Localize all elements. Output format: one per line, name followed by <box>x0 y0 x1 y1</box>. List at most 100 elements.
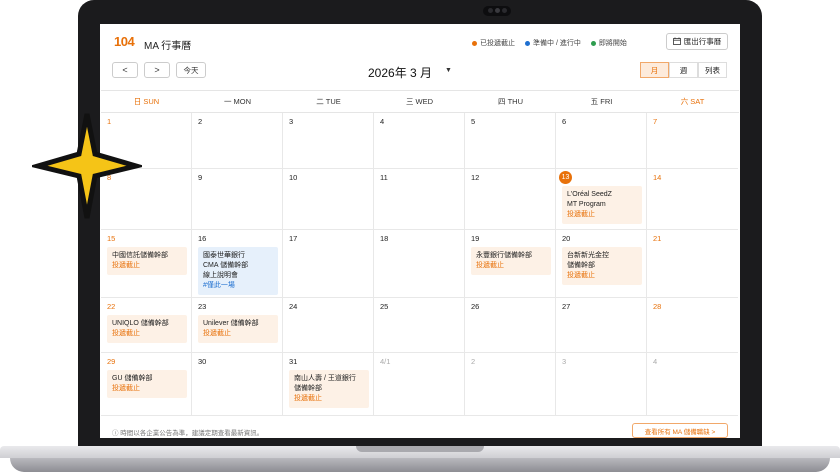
day-cell[interactable]: 3 <box>283 113 374 169</box>
day-cell[interactable]: 31 南山人壽 / 王道銀行 儲備幹部 投遞截止 <box>283 353 374 416</box>
legend-item: 準備中 / 進行中 <box>525 38 581 48</box>
day-number: 6 <box>562 117 567 126</box>
day-number: 22 <box>107 302 116 311</box>
day-number: 26 <box>471 302 480 311</box>
day-cell[interactable]: 4 <box>374 113 465 169</box>
day-number: 24 <box>289 302 298 311</box>
day-cell[interactable]: 30 <box>192 353 283 416</box>
day-number: 10 <box>289 173 298 182</box>
day-number: 5 <box>471 117 476 126</box>
day-cell[interactable]: 21 <box>647 230 738 298</box>
day-number: 4 <box>380 117 385 126</box>
prev-month-button[interactable]: < <box>112 62 138 78</box>
day-cell[interactable]: 10 <box>283 169 374 230</box>
event-title: Unilever 儲備幹部 <box>203 320 259 327</box>
day-cell[interactable]: 27 <box>556 298 647 353</box>
weekday-label: 二 TUE <box>316 97 341 106</box>
legend-item: 已投遞截止 <box>472 38 515 48</box>
day-cell[interactable]: 29 GU 儲備幹部 投遞截止 <box>101 353 192 416</box>
today-button[interactable]: 今天 <box>176 62 206 78</box>
event-status: 投遞截止 <box>112 330 140 337</box>
sparkle-icon <box>32 113 142 219</box>
day-number: 19 <box>471 234 480 243</box>
day-cell[interactable]: 3 <box>556 353 647 416</box>
weekday-label: 四 THU <box>498 97 523 106</box>
day-number: 3 <box>289 117 294 126</box>
weekday-label: 五 FRI <box>590 97 613 106</box>
day-cell[interactable]: 23 Unilever 儲備幹部 投遞截止 <box>192 298 283 353</box>
day-number: 11 <box>380 173 388 182</box>
legend-item: 即將開始 <box>590 38 627 48</box>
view-list-tab[interactable]: 列表 <box>698 62 727 78</box>
day-cell[interactable]: 26 <box>465 298 556 353</box>
day-cell[interactable]: 13 L'Oréal SeedZ MT Program 投遞截止 <box>556 169 647 230</box>
event-tag: #僅此一場 <box>203 282 235 289</box>
month-picker[interactable]: 2026年 3 月 <box>368 64 432 81</box>
event-card[interactable]: UNIQLO 儲備幹部 投遞截止 <box>107 315 187 343</box>
weekday-label: 三 WED <box>405 97 434 106</box>
export-label: 匯出行事曆 <box>683 37 722 46</box>
event-title: 線上說明會 <box>203 272 238 279</box>
footer: ⓘ 時間以各企業公告為準，建議定期查看最新資訊。 查看所有 MA 儲備職缺 > <box>100 421 740 438</box>
event-card[interactable]: 中國信託儲備幹部 投遞截止 <box>107 247 187 275</box>
day-cell[interactable]: 5 <box>465 113 556 169</box>
day-number: 27 <box>562 302 571 311</box>
event-card[interactable]: 永豐銀行儲備幹部 投遞截止 <box>471 247 551 275</box>
calendar-icon <box>672 37 681 47</box>
calendar-nav: < > 今天 2026年 3 月 ▼ 月 週 列表 <box>100 60 740 82</box>
day-number: 18 <box>380 234 389 243</box>
day-number: 15 <box>107 234 116 243</box>
today-marker: 13 <box>559 171 572 184</box>
weekday-header: 日 SUN 一 MON 二 TUE 三 WED 四 THU 五 FRI 六 SAT <box>101 90 739 113</box>
day-number: 14 <box>653 173 662 182</box>
event-title: L'Oréal SeedZ <box>567 191 612 198</box>
event-status: 投遞截止 <box>203 330 231 337</box>
day-cell[interactable]: 4 <box>647 353 738 416</box>
view-all-ma-jobs-button[interactable]: 查看所有 MA 儲備職缺 > <box>632 423 728 438</box>
day-cell[interactable]: 12 <box>465 169 556 230</box>
chevron-down-icon[interactable]: ▼ <box>445 67 452 74</box>
day-cell[interactable]: 25 <box>374 298 465 353</box>
day-number: 28 <box>653 302 662 311</box>
day-cell[interactable]: 15 中國信託儲備幹部 投遞截止 <box>101 230 192 298</box>
day-cell[interactable]: 9 <box>192 169 283 230</box>
day-number: 29 <box>107 357 116 366</box>
day-cell[interactable]: 14 <box>647 169 738 230</box>
view-week-tab[interactable]: 週 <box>669 62 698 78</box>
event-card[interactable]: L'Oréal SeedZ MT Program 投遞截止 <box>562 186 642 224</box>
footnote: ⓘ 時間以各企業公告為準，建議定期查看最新資訊。 <box>112 430 264 437</box>
export-calendar-button[interactable]: 匯出行事曆 <box>666 33 728 50</box>
next-month-button[interactable]: > <box>144 62 170 78</box>
day-cell[interactable]: 17 <box>283 230 374 298</box>
event-card[interactable]: GU 儲備幹部 投遞截止 <box>107 370 187 398</box>
view-switcher: 月 週 列表 <box>640 62 727 78</box>
day-cell[interactable]: 6 <box>556 113 647 169</box>
day-cell[interactable]: 2 <box>465 353 556 416</box>
laptop-base <box>0 446 840 476</box>
day-cell[interactable]: 22 UNIQLO 儲備幹部 投遞截止 <box>101 298 192 353</box>
day-cell[interactable]: 2 <box>192 113 283 169</box>
weekday-label: 日 SUN <box>133 97 160 106</box>
day-cell[interactable]: 20 台新新光金控 儲備幹部 投遞截止 <box>556 230 647 298</box>
event-card[interactable]: 台新新光金控 儲備幹部 投遞截止 <box>562 247 642 285</box>
day-cell[interactable]: 4/1 <box>374 353 465 416</box>
event-card[interactable]: Unilever 儲備幹部 投遞截止 <box>198 315 278 343</box>
day-number: 4 <box>653 357 658 366</box>
event-card[interactable]: 國泰世華銀行 CMA 儲備幹部 線上說明會 #僅此一場 <box>198 247 278 295</box>
event-title: 南山人壽 / 王道銀行 <box>294 375 356 382</box>
day-cell[interactable]: 16 國泰世華銀行 CMA 儲備幹部 線上說明會 #僅此一場 <box>192 230 283 298</box>
view-month-tab[interactable]: 月 <box>640 62 669 78</box>
day-cell[interactable]: 18 <box>374 230 465 298</box>
event-title: 國泰世華銀行 <box>203 252 245 259</box>
legend-label: 已投遞截止 <box>480 40 515 47</box>
day-cell[interactable]: 7 <box>647 113 738 169</box>
day-number: 21 <box>653 234 662 243</box>
day-cell[interactable]: 28 <box>647 298 738 353</box>
day-number: 25 <box>380 302 389 311</box>
day-cell[interactable]: 24 <box>283 298 374 353</box>
event-card[interactable]: 南山人壽 / 王道銀行 儲備幹部 投遞截止 <box>289 370 369 408</box>
weekday-label: 六 SAT <box>680 97 705 106</box>
day-cell[interactable]: 11 <box>374 169 465 230</box>
status-dot-icon <box>525 40 530 46</box>
day-cell[interactable]: 19 永豐銀行儲備幹部 投遞截止 <box>465 230 556 298</box>
